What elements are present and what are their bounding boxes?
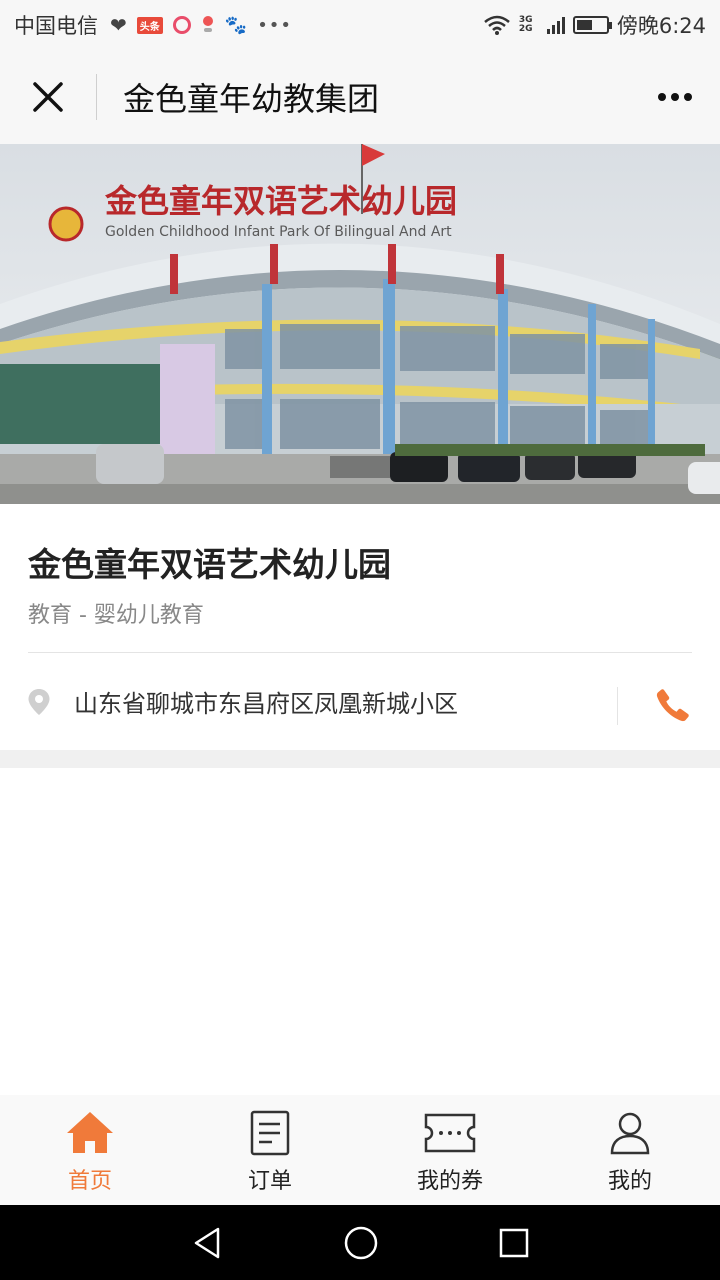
- banner-image: 金色童年双语艺术幼儿园 Golden Childhood Infant Park…: [0, 144, 720, 504]
- more-dot-icon: [671, 93, 679, 101]
- more-notifications-icon: •••: [257, 14, 293, 36]
- wifi-icon: [484, 15, 510, 35]
- sign-english-text: Golden Childhood Infant Park Of Bilingua…: [105, 224, 452, 240]
- shop-category: 教育 - 婴幼儿教育: [28, 603, 204, 628]
- home-circle-icon[interactable]: [343, 1225, 379, 1261]
- close-button[interactable]: [0, 50, 96, 144]
- address-row[interactable]: 山东省聊城市东昌府区凤凰新城小区: [0, 653, 720, 750]
- tab-coupons[interactable]: 我的券: [360, 1095, 540, 1205]
- close-icon: [33, 82, 63, 112]
- network-type-label: 3G 2G: [518, 15, 533, 34]
- section-gap: [0, 750, 720, 768]
- phone-icon: [656, 689, 689, 722]
- coupon-icon: [424, 1113, 476, 1153]
- tab-home-label: 首页: [67, 1169, 112, 1194]
- news-badge-icon: 头条: [136, 16, 163, 34]
- call-button[interactable]: [650, 683, 696, 727]
- tab-profile[interactable]: 我的: [540, 1095, 720, 1205]
- page-title: 金色童年幼教集团: [123, 80, 380, 118]
- clock-label: 傍晚6:24: [616, 14, 706, 38]
- signal-icon: [546, 16, 565, 34]
- baidu-paw-icon: 🐾: [224, 14, 248, 36]
- sign-chinese-text: 金色童年双语艺术幼儿园: [104, 182, 457, 220]
- tab-profile-label: 我的: [607, 1169, 652, 1194]
- tab-orders[interactable]: 订单: [180, 1095, 360, 1205]
- location-pin-icon: [28, 688, 50, 715]
- map-pin-icon: [201, 16, 215, 34]
- shop-address: 山东省聊城市东昌府区凤凰新城小区: [74, 690, 458, 718]
- battery-icon: [572, 16, 612, 34]
- status-bar: 中国电信 ❤ 头条 🐾 ••• 3G 2G 傍晚6:24: [0, 0, 720, 50]
- more-options-button[interactable]: [630, 50, 720, 144]
- tab-coupons-label: 我的券: [416, 1169, 483, 1194]
- more-dot-icon: [684, 93, 692, 101]
- title-divider: [96, 74, 97, 120]
- back-icon[interactable]: [190, 1226, 224, 1260]
- phone-divider: [617, 687, 618, 725]
- shop-name: 金色童年双语艺术幼儿园: [28, 545, 391, 584]
- system-nav-bar: [0, 1205, 720, 1280]
- shop-info-card: 金色童年双语艺术幼儿园 教育 - 婴幼儿教育 山东省聊城市东昌府区凤凰新城小区: [0, 504, 720, 750]
- tab-home[interactable]: 首页: [0, 1095, 180, 1205]
- more-dot-icon: [658, 93, 666, 101]
- user-icon: [610, 1112, 650, 1155]
- home-icon: [67, 1112, 113, 1153]
- weibo-icon: [172, 16, 191, 34]
- carrier-label: 中国电信: [14, 14, 98, 38]
- health-icon: ❤: [110, 13, 127, 37]
- tab-orders-label: 订单: [247, 1169, 292, 1194]
- title-bar: 金色童年幼教集团: [0, 50, 720, 144]
- bottom-tab-bar: 首页 订单 我的券 我的: [0, 1095, 720, 1205]
- recent-apps-icon[interactable]: [498, 1227, 530, 1259]
- order-icon: [250, 1110, 290, 1156]
- kindergarten-building-photo: 金色童年双语艺术幼儿园 Golden Childhood Infant Park…: [0, 144, 720, 504]
